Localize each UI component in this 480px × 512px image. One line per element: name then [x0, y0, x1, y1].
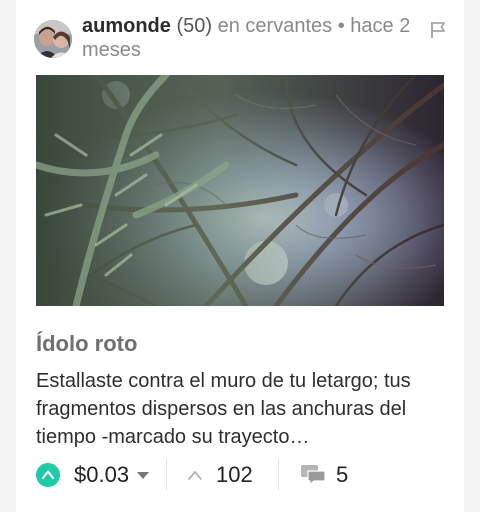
- chevron-up-icon: [188, 471, 202, 480]
- author-name[interactable]: aumonde: [82, 15, 171, 37]
- avatar[interactable]: [34, 20, 72, 58]
- flag-button[interactable]: [428, 20, 448, 40]
- post-header: aumonde (50) en cervantes • hace 2 meses: [34, 14, 445, 62]
- divider: [166, 460, 167, 490]
- payout-area: $0.03: [36, 458, 150, 492]
- post-excerpt[interactable]: Estallaste contra el muro de tu letargo;…: [36, 367, 444, 451]
- author-reputation: (50): [176, 15, 213, 37]
- tree-branches-photo: [36, 75, 444, 306]
- post-title[interactable]: Ídolo roto: [36, 330, 444, 358]
- upvote-button[interactable]: [36, 463, 60, 487]
- comments-area[interactable]: 5: [300, 458, 348, 492]
- community-link[interactable]: en cervantes: [218, 15, 333, 37]
- avatar-image: [34, 20, 72, 58]
- votes-count: 102: [216, 462, 253, 487]
- post-meta: aumonde (50) en cervantes • hace 2 meses: [82, 14, 428, 62]
- comments-icon: [301, 465, 326, 486]
- post-card[interactable]: aumonde (50) en cervantes • hace 2 meses: [16, 0, 464, 512]
- caret-down-icon[interactable]: [137, 471, 150, 479]
- upvote-icon: [41, 470, 55, 480]
- divider: [278, 460, 279, 490]
- comments-count: 5: [336, 462, 349, 487]
- post-footer: $0.03 102 5: [36, 458, 444, 492]
- flag-icon: [431, 22, 445, 38]
- votes-area[interactable]: 102: [186, 458, 253, 492]
- payout-value[interactable]: $0.03: [74, 462, 129, 488]
- post-image[interactable]: [36, 75, 444, 306]
- meta-separator: •: [337, 15, 345, 37]
